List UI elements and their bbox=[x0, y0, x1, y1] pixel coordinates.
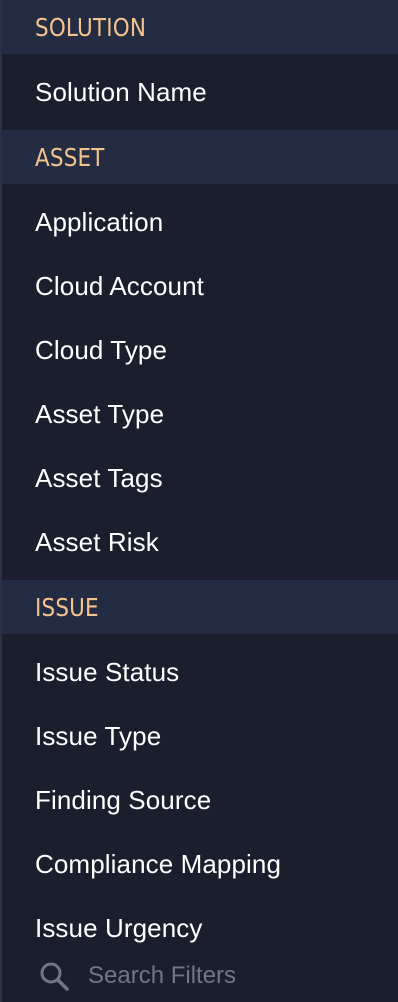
section-items: Application Cloud Account Cloud Type Ass… bbox=[2, 184, 398, 580]
filter-item-label: Finding Source bbox=[35, 784, 212, 815]
search-icon bbox=[38, 960, 70, 992]
section-issue: ISSUE Issue Status Issue Type Finding So… bbox=[2, 580, 398, 966]
filter-item-label: Issue Status bbox=[35, 656, 180, 687]
filter-item-solution-name[interactable]: Solution Name bbox=[2, 60, 398, 124]
filter-item-label: Issue Urgency bbox=[35, 912, 203, 943]
filter-item-asset-risk[interactable]: Asset Risk bbox=[2, 510, 398, 574]
filter-item-label: Solution Name bbox=[35, 76, 207, 107]
filter-item-issue-type[interactable]: Issue Type bbox=[2, 704, 398, 768]
filter-item-compliance-mapping[interactable]: Compliance Mapping bbox=[2, 832, 398, 896]
filter-item-label: Asset Type bbox=[35, 398, 165, 429]
section-title: SOLUTION bbox=[35, 12, 147, 42]
search-filters-input[interactable] bbox=[88, 962, 368, 990]
section-title: ISSUE bbox=[35, 592, 99, 622]
filter-item-cloud-type[interactable]: Cloud Type bbox=[2, 318, 398, 382]
section-header-asset: ASSET bbox=[2, 130, 398, 184]
filter-item-label: Issue Type bbox=[35, 720, 162, 751]
filter-item-label: Application bbox=[35, 206, 164, 237]
filter-item-label: Compliance Mapping bbox=[35, 848, 282, 879]
section-asset: ASSET Application Cloud Account Cloud Ty… bbox=[2, 130, 398, 580]
filter-item-label: Cloud Type bbox=[35, 334, 168, 365]
filter-item-application[interactable]: Application bbox=[2, 190, 398, 254]
search-filters-row bbox=[4, 948, 398, 1002]
section-items: Issue Status Issue Type Finding Source C… bbox=[2, 634, 398, 966]
filter-item-asset-tags[interactable]: Asset Tags bbox=[2, 446, 398, 510]
filter-item-label: Cloud Account bbox=[35, 270, 204, 301]
section-header-issue: ISSUE bbox=[2, 580, 398, 634]
section-title: ASSET bbox=[35, 142, 105, 172]
filter-item-label: Asset Risk bbox=[35, 526, 159, 557]
filter-item-cloud-account[interactable]: Cloud Account bbox=[2, 254, 398, 318]
filter-item-issue-status[interactable]: Issue Status bbox=[2, 640, 398, 704]
section-items: Solution Name bbox=[2, 54, 398, 130]
filter-panel: SOLUTION Solution Name ASSET Application… bbox=[0, 0, 398, 1002]
section-solution: SOLUTION Solution Name bbox=[2, 0, 398, 130]
filter-item-label: Asset Tags bbox=[35, 462, 163, 493]
filter-item-asset-type[interactable]: Asset Type bbox=[2, 382, 398, 446]
section-header-solution: SOLUTION bbox=[2, 0, 398, 54]
filter-item-finding-source[interactable]: Finding Source bbox=[2, 768, 398, 832]
